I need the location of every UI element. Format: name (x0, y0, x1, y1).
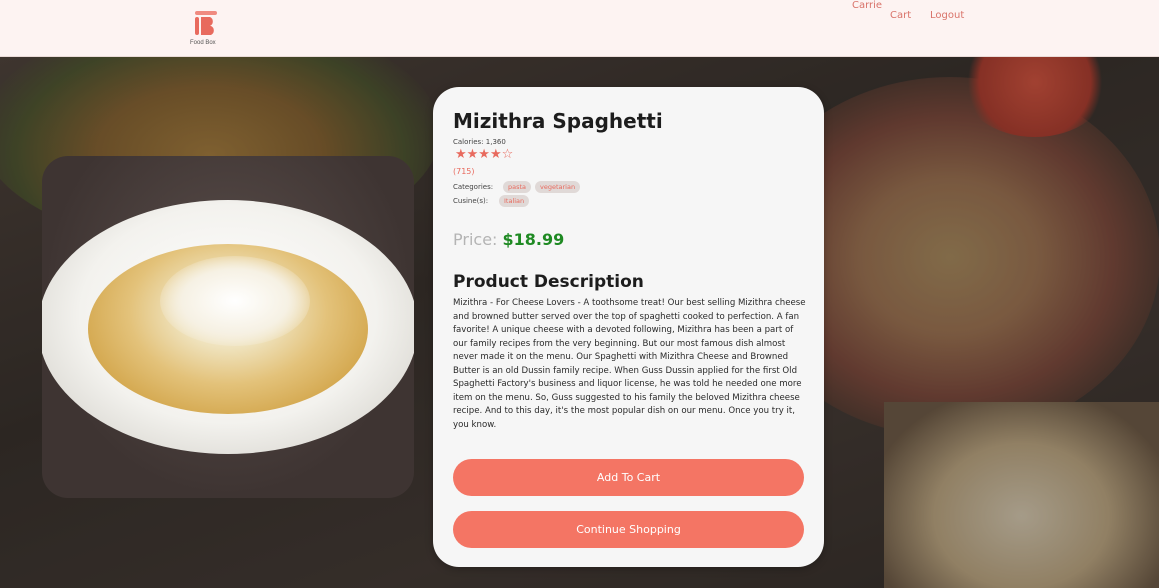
category-tag-vegetarian[interactable]: vegetarian (535, 181, 581, 193)
top-navbar: Food Box Carrie Cart Logout (0, 0, 1159, 57)
cheese-topping (160, 256, 310, 346)
add-to-cart-button[interactable]: Add To Cart (453, 459, 804, 496)
calories-text: Calories: 1,360 (453, 138, 506, 146)
product-card: Mizithra Spaghetti Calories: 1,360 ★★★★☆… (433, 87, 824, 567)
product-image (42, 156, 414, 498)
user-name: Carrie (852, 0, 883, 11)
description-title: Product Description (453, 272, 644, 292)
nav-logout-link[interactable]: Logout (930, 10, 964, 21)
nav-cart-link[interactable]: Cart (890, 10, 911, 21)
cuisine-tag-italian[interactable]: Italian (499, 195, 530, 207)
logo-icon (195, 11, 217, 35)
price-line: Price: $18.99 (453, 230, 564, 249)
food-box-logo[interactable]: Food Box (190, 7, 222, 49)
price-value: $18.99 (502, 230, 565, 249)
price-label: Price: (453, 230, 498, 249)
rating-stars-icon: ★★★★☆ (455, 147, 514, 162)
description-text: Mizithra - For Cheese Lovers - A toothso… (453, 298, 806, 430)
product-title: Mizithra Spaghetti (453, 109, 663, 133)
cuisines-label: Cusine(s): (453, 197, 489, 205)
review-count[interactable]: (715) (453, 167, 475, 176)
continue-shopping-button[interactable]: Continue Shopping (453, 511, 804, 548)
categories-label: Categories: (453, 183, 494, 191)
logo-text: Food Box (190, 40, 216, 46)
category-tag-pasta[interactable]: pasta (503, 181, 532, 193)
